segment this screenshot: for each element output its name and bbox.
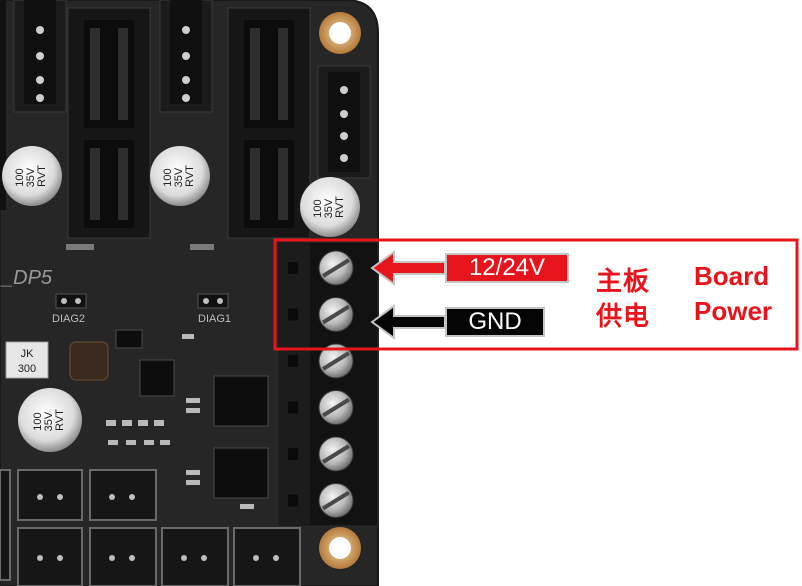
cap-text-3: RVT: [36, 165, 48, 187]
chinese-title-line1: 主板: [596, 267, 651, 297]
gnd-label-text: GND: [468, 308, 522, 335]
silkscreen-diag2: DIAG2: [52, 313, 85, 325]
capacitor-3: 100 35V RVT: [300, 177, 360, 237]
inductor-text-1: JK: [21, 348, 35, 360]
inductor: JK 300: [5, 341, 49, 379]
cap-text-3: RVT: [184, 165, 196, 187]
silkscreen-diag1: DIAG1: [198, 313, 231, 325]
vin-arrow: [370, 250, 446, 286]
cap-text-3: RVT: [54, 409, 66, 431]
board-photo: 100 35V RVT 100 35V RVT 100 35V RVT 100 …: [0, 0, 799, 586]
vin-label: 12/24V: [445, 253, 569, 283]
svg-text:100 35V RVT: 100 35V RVT: [14, 165, 48, 188]
chinese-title-line2: 供电: [596, 302, 651, 332]
cap-text-3: RVT: [334, 196, 346, 218]
mounting-hole-top: [319, 12, 361, 54]
diag1-jumper: [197, 293, 229, 309]
capacitor-4: 100 35V RVT: [18, 388, 82, 452]
diag2-jumper: [55, 293, 87, 309]
mounting-hole-bottom: [319, 527, 361, 569]
fan-header-3: [317, 65, 371, 179]
capacitor-1: 100 35V RVT: [2, 146, 62, 206]
driver-socket-2: [227, 7, 311, 239]
inductor-text-2: 300: [18, 363, 36, 375]
svg-text:100 35V RVT: 100 35V RVT: [32, 409, 66, 432]
svg-text:100 35V RVT: 100 35V RVT: [312, 196, 346, 219]
silkscreen-dp5: _DP5: [0, 267, 53, 289]
driver-socket-1: [67, 7, 151, 239]
english-title-line1: Board: [694, 261, 770, 291]
power-terminal-block: [277, 241, 379, 527]
gnd-arrow: [370, 304, 446, 340]
fan-header-2: [159, 0, 213, 113]
svg-text:100 35V RVT: 100 35V RVT: [162, 165, 196, 188]
english-title-line2: Power: [694, 296, 773, 326]
capacitor-2: 100 35V RVT: [150, 146, 210, 206]
fan-header-1: [13, 0, 67, 113]
vin-label-text: 12/24V: [468, 254, 546, 281]
gnd-label: GND: [445, 307, 545, 337]
